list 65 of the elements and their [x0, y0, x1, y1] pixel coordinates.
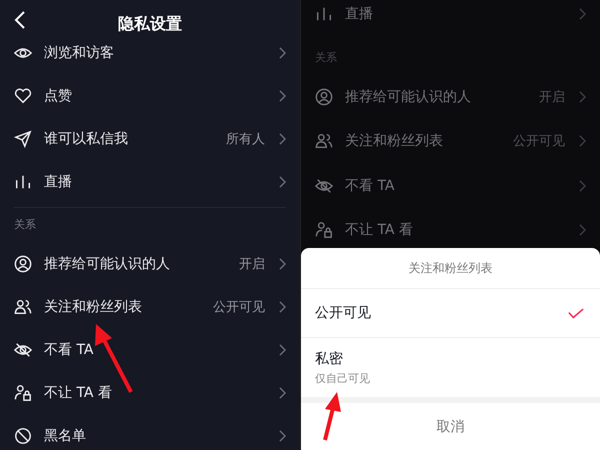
settings-row[interactable]: 直播 — [0, 160, 300, 203]
row-label: 推荐给可能认识的人 — [44, 254, 171, 272]
row-label: 直播 — [345, 5, 374, 24]
chevron-icon — [579, 224, 586, 236]
row-label: 直播 — [44, 172, 73, 190]
row-value: 公开可见 — [213, 298, 265, 316]
people-icon — [14, 298, 32, 316]
send-icon — [14, 130, 32, 148]
chevron-icon — [279, 176, 286, 188]
settings-row[interactable]: 关注和粉丝列表 公开可见 — [0, 285, 300, 328]
section-header: 关系 — [314, 50, 338, 66]
chevron-icon — [279, 46, 286, 58]
checkmark-icon — [568, 308, 584, 318]
row-label: 不让 TA 看 — [345, 221, 414, 240]
settings-row[interactable]: 不让 TA 看 — [0, 371, 300, 414]
bars-icon — [315, 5, 333, 24]
row-label: 关注和粉丝列表 — [345, 132, 444, 150]
settings-row[interactable]: 不看 TA — [0, 328, 300, 371]
back-icon[interactable] — [14, 11, 26, 29]
chevron-icon — [279, 258, 286, 270]
row-label: 不让 TA 看 — [44, 384, 113, 402]
block-icon — [14, 426, 32, 444]
settings-row[interactable]: 推荐给可能认识的人 开启 — [0, 242, 300, 285]
row-label: 关注和粉丝列表 — [44, 298, 143, 316]
section-header: 关系 — [13, 217, 37, 233]
row-label: 浏览和访客 — [44, 44, 115, 62]
chevron-icon — [579, 8, 586, 20]
row-value: 开启 — [239, 256, 265, 272]
sheet-title: 关注和粉丝列表 — [301, 248, 600, 289]
lock-icon — [315, 221, 333, 240]
chevron-icon — [279, 90, 286, 102]
chevron-icon — [579, 180, 586, 192]
people-icon — [315, 132, 333, 150]
row-label: 黑名单 — [44, 426, 87, 444]
row-value: 所有人 — [226, 130, 265, 148]
row-label: 谁可以私信我 — [44, 130, 129, 148]
row-label: 点赞 — [44, 86, 73, 104]
eyeoff-icon — [14, 340, 32, 358]
chevron-icon — [279, 132, 286, 144]
person-icon — [315, 88, 333, 106]
row-label: 推荐给可能认识的人 — [345, 88, 472, 106]
lock-icon — [14, 384, 32, 402]
row-value: 开启 — [539, 88, 565, 106]
chevron-icon — [279, 386, 286, 398]
chevron-icon — [279, 300, 286, 312]
option-row[interactable]: 私密 仅自己可见 — [301, 338, 600, 397]
settings-row[interactable]: 黑名单 — [0, 414, 300, 450]
eyeoff-icon — [315, 176, 333, 195]
heart-icon — [14, 86, 32, 104]
row-label: 不看 TA — [44, 340, 94, 358]
chevron-icon — [579, 135, 586, 148]
row-value: 公开可见 — [513, 133, 565, 150]
settings-row[interactable]: 点赞 — [0, 74, 300, 117]
option-row[interactable]: 公开可见 — [301, 289, 600, 338]
option-label: 私密 — [315, 350, 344, 368]
chevron-icon — [279, 344, 286, 356]
chevron-icon — [279, 430, 286, 442]
annotation-arrow — [323, 392, 341, 440]
chevron-icon — [579, 90, 586, 103]
option-note: 仅自己可见 — [315, 370, 370, 386]
person-icon — [14, 254, 32, 272]
bars-icon — [14, 172, 32, 190]
row-label: 不看 TA — [345, 176, 396, 195]
option-label: 公开可见 — [315, 304, 371, 322]
settings-row[interactable]: 谁可以私信我 所有人 — [0, 117, 300, 160]
